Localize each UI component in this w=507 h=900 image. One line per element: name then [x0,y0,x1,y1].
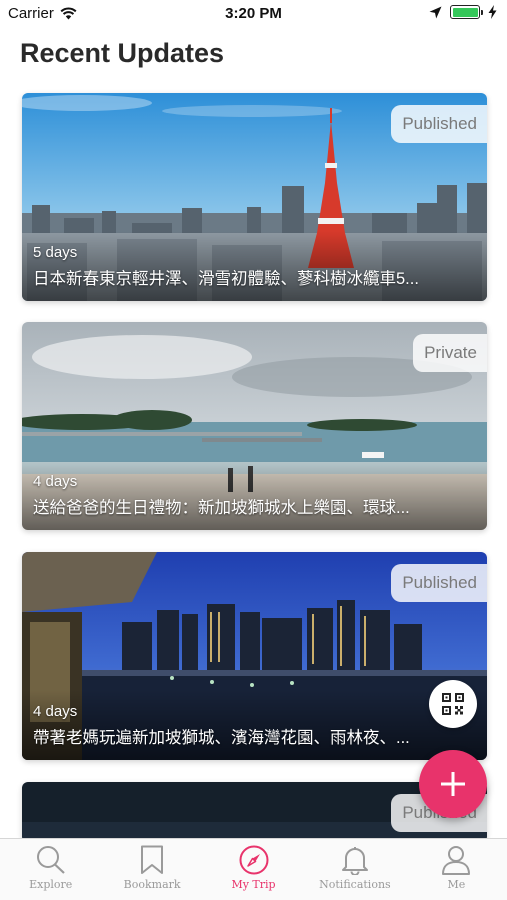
add-trip-button[interactable] [419,750,487,818]
trip-title: 送給爸爸的生日禮物：新加坡獅城水上樂園、環球... [33,499,410,517]
person-icon [442,846,471,875]
tab-label: Bookmark [123,878,181,891]
trip-duration: 4 days [33,703,78,720]
page-title: Recent Updates [20,38,225,68]
status-right [429,5,497,19]
tab-label: My Trip [231,878,276,891]
status-badge: Private [413,334,487,372]
trip-card[interactable]: Published [22,782,487,842]
trip-card[interactable]: Private 4 days 送給爸爸的生日禮物：新加坡獅城水上樂園、環球... [22,322,487,530]
battery-icon [450,5,483,19]
status-badge: Published [391,105,487,143]
qr-code-button[interactable] [429,680,477,728]
tab-bar: Explore Bookmark My Trip Notifications M… [0,838,507,900]
battery-fill [452,7,478,17]
charging-bolt-icon [488,5,497,19]
search-icon [36,846,65,874]
trip-title: 日本新春東京輕井澤、滑雪初體驗、蓼科樹冰纜車5... [33,270,419,288]
status-badge: Published [391,564,487,602]
tab-label: Notifications [319,878,391,891]
status-bar: Carrier 3:20 PM [0,0,507,30]
bell-icon [341,847,368,875]
trip-card[interactable]: Published 4 days 帶著老媽玩遍新加坡獅城、濱海灣花園、雨林夜、.… [22,552,487,760]
tab-my-trip[interactable]: My Trip [203,839,304,900]
tab-me[interactable]: Me [406,839,507,900]
tab-notifications[interactable]: Notifications [304,839,405,900]
trip-title: 帶著老媽玩遍新加坡獅城、濱海灣花園、雨林夜、... [33,729,410,747]
plus-icon [441,772,465,796]
tab-bookmark[interactable]: Bookmark [101,839,202,900]
tab-explore[interactable]: Explore [0,839,101,900]
compass-icon [239,845,269,875]
trip-card[interactable]: Published 5 days 日本新春東京輕井澤、滑雪初體驗、蓼科樹冰纜車5… [22,93,487,301]
tab-label: Explore [29,878,73,891]
trip-duration: 4 days [33,473,78,490]
bookmark-icon [141,845,164,874]
tab-label: Me [447,878,466,891]
location-arrow-icon [429,6,442,18]
qr-code-icon [442,693,464,715]
trip-duration: 5 days [33,244,78,261]
